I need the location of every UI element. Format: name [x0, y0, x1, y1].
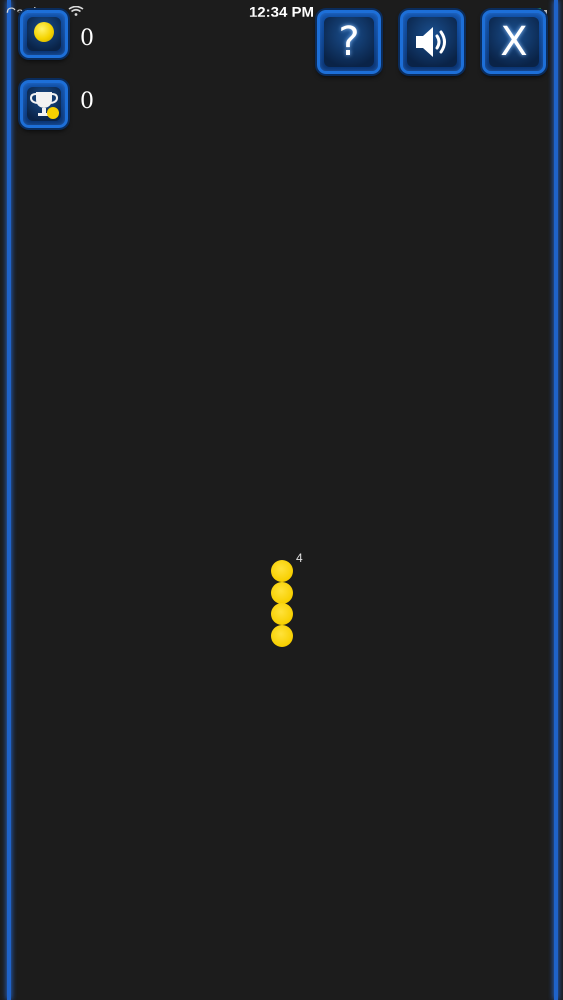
- best-score: 0: [80, 89, 94, 114]
- snake-segment: [271, 560, 293, 582]
- snake-length-label: 4: [296, 551, 303, 565]
- sound-button[interactable]: [400, 10, 464, 74]
- status-bar: Carrier 12:34 PM: [0, 0, 563, 22]
- close-button[interactable]: X: [482, 10, 546, 74]
- help-icon: ?: [338, 19, 360, 65]
- snake-segment: [271, 581, 293, 604]
- snake-segment: [271, 603, 293, 625]
- help-button[interactable]: ?: [317, 10, 381, 74]
- speaker-icon: [416, 27, 446, 57]
- trophy-icon: [29, 92, 59, 119]
- close-icon: X: [500, 19, 528, 65]
- left-border: [7, 0, 11, 1000]
- game-screen: Carrier 12:34 PM 0 0 ?: [0, 0, 563, 1000]
- snake-segment: [271, 624, 293, 647]
- coin-icon: [34, 22, 54, 42]
- right-border: [554, 0, 558, 1000]
- status-time: 12:34 PM: [248, 4, 315, 21]
- coin-count: 0: [80, 26, 94, 51]
- coin-counter-tile: [20, 10, 68, 58]
- best-score-tile: [20, 80, 68, 128]
- snake: [271, 560, 295, 650]
